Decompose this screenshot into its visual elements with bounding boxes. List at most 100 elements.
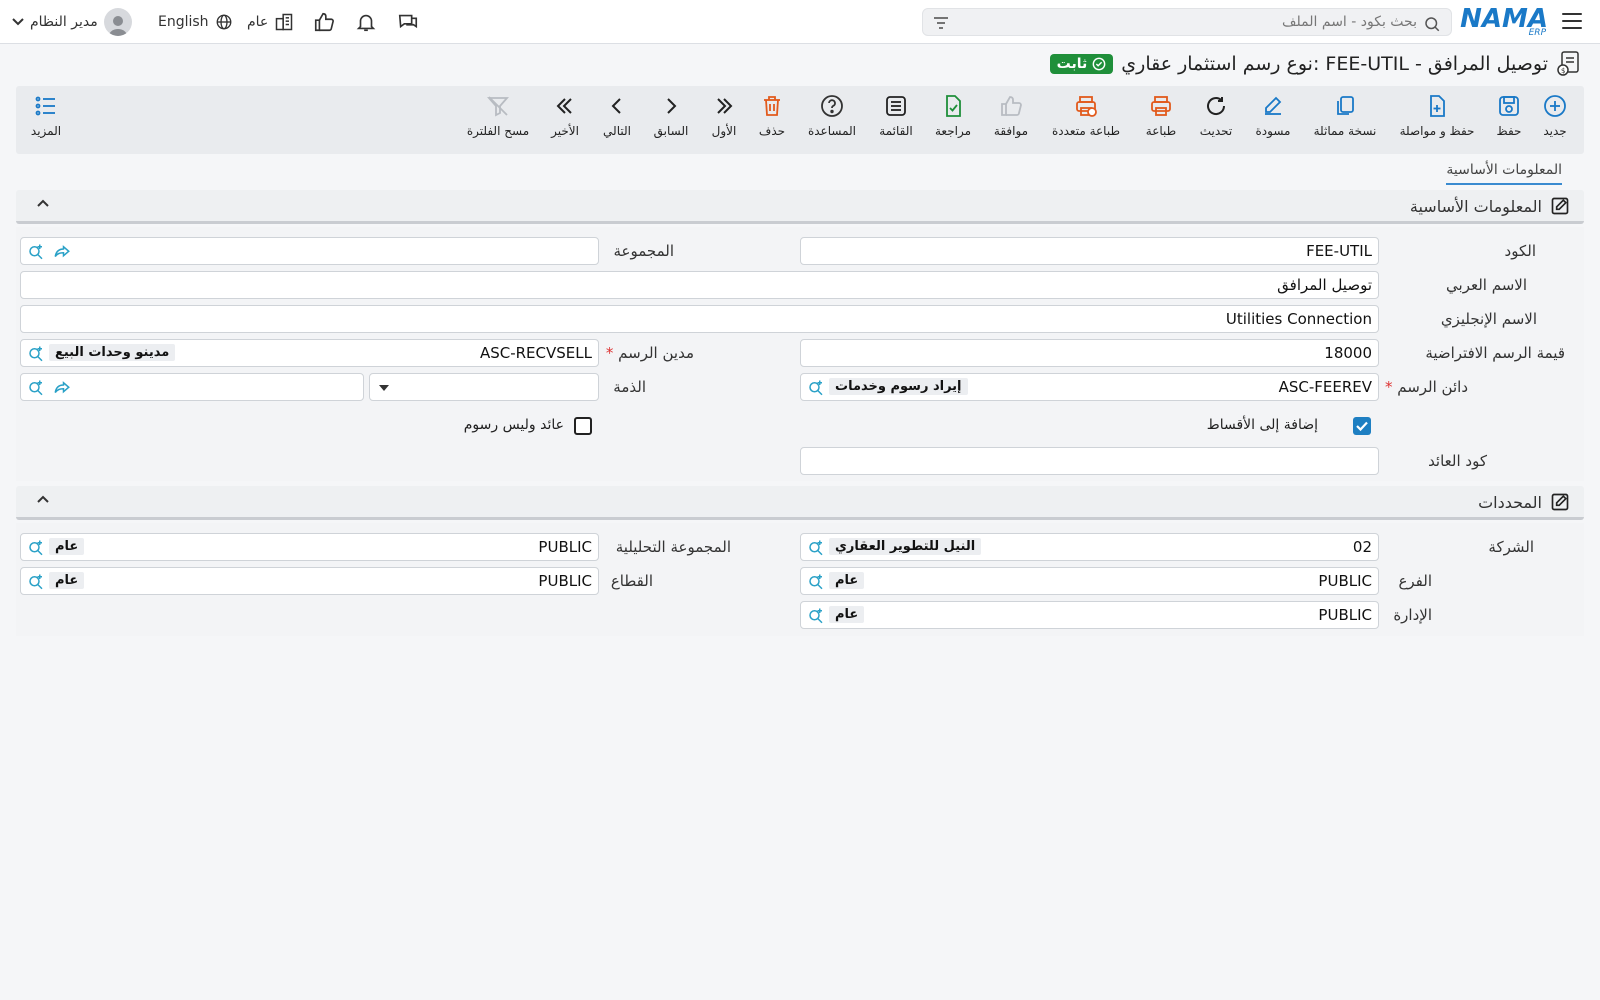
list-label: القائمة (879, 124, 913, 138)
code-field[interactable]: FEE-UTIL (800, 237, 1379, 265)
clear-filter-button[interactable]: مسح الفلترة (463, 94, 533, 138)
last-label: الأخير (551, 124, 579, 138)
search-placeholder: بحث بكود - اسم الملف (1282, 14, 1417, 30)
refresh-icon (1207, 97, 1226, 115)
branch-switch[interactable]: عام (247, 10, 294, 34)
filter-off-icon (487, 96, 509, 117)
group-field[interactable] (20, 237, 599, 265)
user-menu[interactable]: مدير النظام (12, 8, 132, 36)
tab-basic-info[interactable]: المعلومات الأساسية (1446, 162, 1562, 185)
bell-icon[interactable] (355, 10, 377, 34)
department-code: PUBLIC (1318, 606, 1372, 624)
multi-print-button[interactable]: طباعة متعددة (1051, 94, 1121, 138)
section-dimensions-header[interactable]: المحددات (16, 486, 1584, 520)
help-button[interactable]: المساعدة (797, 94, 867, 138)
revenue-code-field[interactable] (800, 447, 1379, 475)
search-plus-icon[interactable] (27, 573, 45, 591)
code-label: الكود (1504, 242, 1536, 260)
page-header: $ نوع رسم استثمار عقاري: FEE-UTIL - توصي… (1049, 50, 1582, 78)
chevron-up-icon[interactable] (36, 198, 50, 208)
fee-debtor-name: مدينو وحدات البيع (49, 344, 176, 361)
check-icon (1356, 421, 1368, 432)
sector-label: القطاع (610, 572, 653, 590)
last-button[interactable]: الأخير (530, 94, 600, 138)
tab-bar: المعلومات الأساسية (16, 154, 1584, 186)
multi-print-label: طباعة متعددة (1051, 124, 1120, 138)
department-label: الإدارة (1393, 606, 1432, 624)
analysis-group-field[interactable]: PUBLIC عام (20, 533, 599, 561)
top-bar: NAMA ERP بحث بكود - اسم الملف مدير النظام… (0, 0, 1600, 44)
save-continue-button[interactable]: حفظ و مواصلة (1400, 94, 1474, 138)
share-icon[interactable] (53, 243, 71, 261)
revenue-code-label: كود العائد (1428, 452, 1487, 470)
status-badge-label: ثابت (1056, 56, 1088, 72)
print-button[interactable]: طباعة (1126, 94, 1196, 138)
language-switch[interactable]: English (158, 10, 233, 34)
account-field[interactable] (20, 373, 364, 401)
branch-field[interactable]: PUBLIC عام (800, 567, 1379, 595)
save-button[interactable]: حفظ (1474, 94, 1544, 138)
analysis-group-label: المجموعة التحليلية (615, 538, 731, 556)
account-type-select[interactable] (369, 373, 599, 401)
toolbar: جديد حفظ حفظ و مواصلة نسخة مماثلة مسودة … (16, 86, 1584, 154)
fee-creditor-label: * دائن الرسم (1384, 378, 1468, 396)
share-icon[interactable] (53, 379, 71, 397)
section-basic-header[interactable]: المعلومات الأساسية (16, 190, 1584, 224)
refresh-label: تحديث (1199, 124, 1233, 138)
chevrons-right-icon (717, 98, 733, 114)
previous-label: السابق (653, 124, 689, 138)
list-icon (886, 96, 906, 116)
question-circle-icon (821, 95, 843, 117)
fee-debtor-field[interactable]: ASC-RECVSELL مدينو وحدات البيع (20, 339, 599, 367)
chevrons-left-icon (556, 98, 572, 114)
fee-debtor-code: ASC-RECVSELL (479, 344, 592, 362)
search-icon (1425, 17, 1440, 32)
arabic-name-field[interactable]: توصيل المرافق (20, 271, 1379, 299)
thumbs-up-icon[interactable] (313, 10, 335, 34)
search-plus-icon[interactable] (27, 243, 45, 261)
search-plus-icon[interactable] (27, 539, 45, 557)
search-plus-icon[interactable] (807, 573, 825, 591)
english-name-field[interactable]: Utilities Connection (20, 305, 1379, 333)
fee-creditor-label-text: دائن الرسم (1397, 378, 1468, 396)
chevron-left-icon (611, 98, 621, 114)
duplicate-button[interactable]: نسخة مماثلة (1310, 94, 1380, 138)
file-plus-icon (1430, 95, 1445, 117)
search-plus-icon[interactable] (807, 607, 825, 625)
nama-erp-logo[interactable]: NAMA ERP (1460, 4, 1548, 38)
pencil-square-icon (1265, 96, 1282, 115)
page-title: نوع رسم استثمار عقاري: FEE-UTIL - توصيل … (1121, 53, 1548, 75)
building-icon (276, 13, 293, 31)
file-check-icon (946, 95, 961, 117)
filter-icon[interactable] (933, 16, 949, 30)
globe-icon (216, 14, 231, 30)
chat-icon[interactable] (396, 10, 420, 34)
save-icon (1499, 96, 1519, 116)
add-installments-checkbox[interactable] (1353, 417, 1371, 435)
revenue-not-fee-checkbox[interactable] (574, 417, 592, 435)
sector-code: PUBLIC (538, 572, 592, 590)
search-plus-icon[interactable] (807, 539, 825, 557)
chevron-up-icon[interactable] (36, 494, 50, 504)
list-button[interactable]: القائمة (861, 94, 931, 138)
more-button[interactable]: المزيد (11, 94, 81, 138)
search-plus-icon[interactable] (27, 345, 45, 363)
menu-icon[interactable] (1562, 13, 1582, 29)
svg-text:$: $ (1561, 67, 1565, 75)
company-name: النيل للتطوير العقاري (829, 538, 982, 555)
company-field[interactable]: 02 النيل للتطوير العقاري (800, 533, 1379, 561)
default-value-label: قيمة الرسم الافتراضية (1425, 344, 1565, 362)
search-plus-icon[interactable] (27, 379, 45, 397)
edit-icon (1551, 197, 1569, 215)
check-circle-icon (1092, 57, 1106, 71)
fee-creditor-field[interactable]: ASC-FEEREV إيراد رسوم وخدمات (800, 373, 1379, 401)
sector-field[interactable]: PUBLIC عام (20, 567, 599, 595)
user-name: مدير النظام (30, 14, 98, 30)
global-search[interactable]: بحث بكود - اسم الملف (922, 8, 1452, 36)
delete-label: حذف (758, 124, 786, 138)
default-value-field[interactable]: 18000 (800, 339, 1379, 367)
trash-icon (764, 96, 780, 116)
default-value: 18000 (1324, 344, 1372, 362)
search-plus-icon[interactable] (807, 379, 825, 397)
department-field[interactable]: PUBLIC عام (800, 601, 1379, 629)
